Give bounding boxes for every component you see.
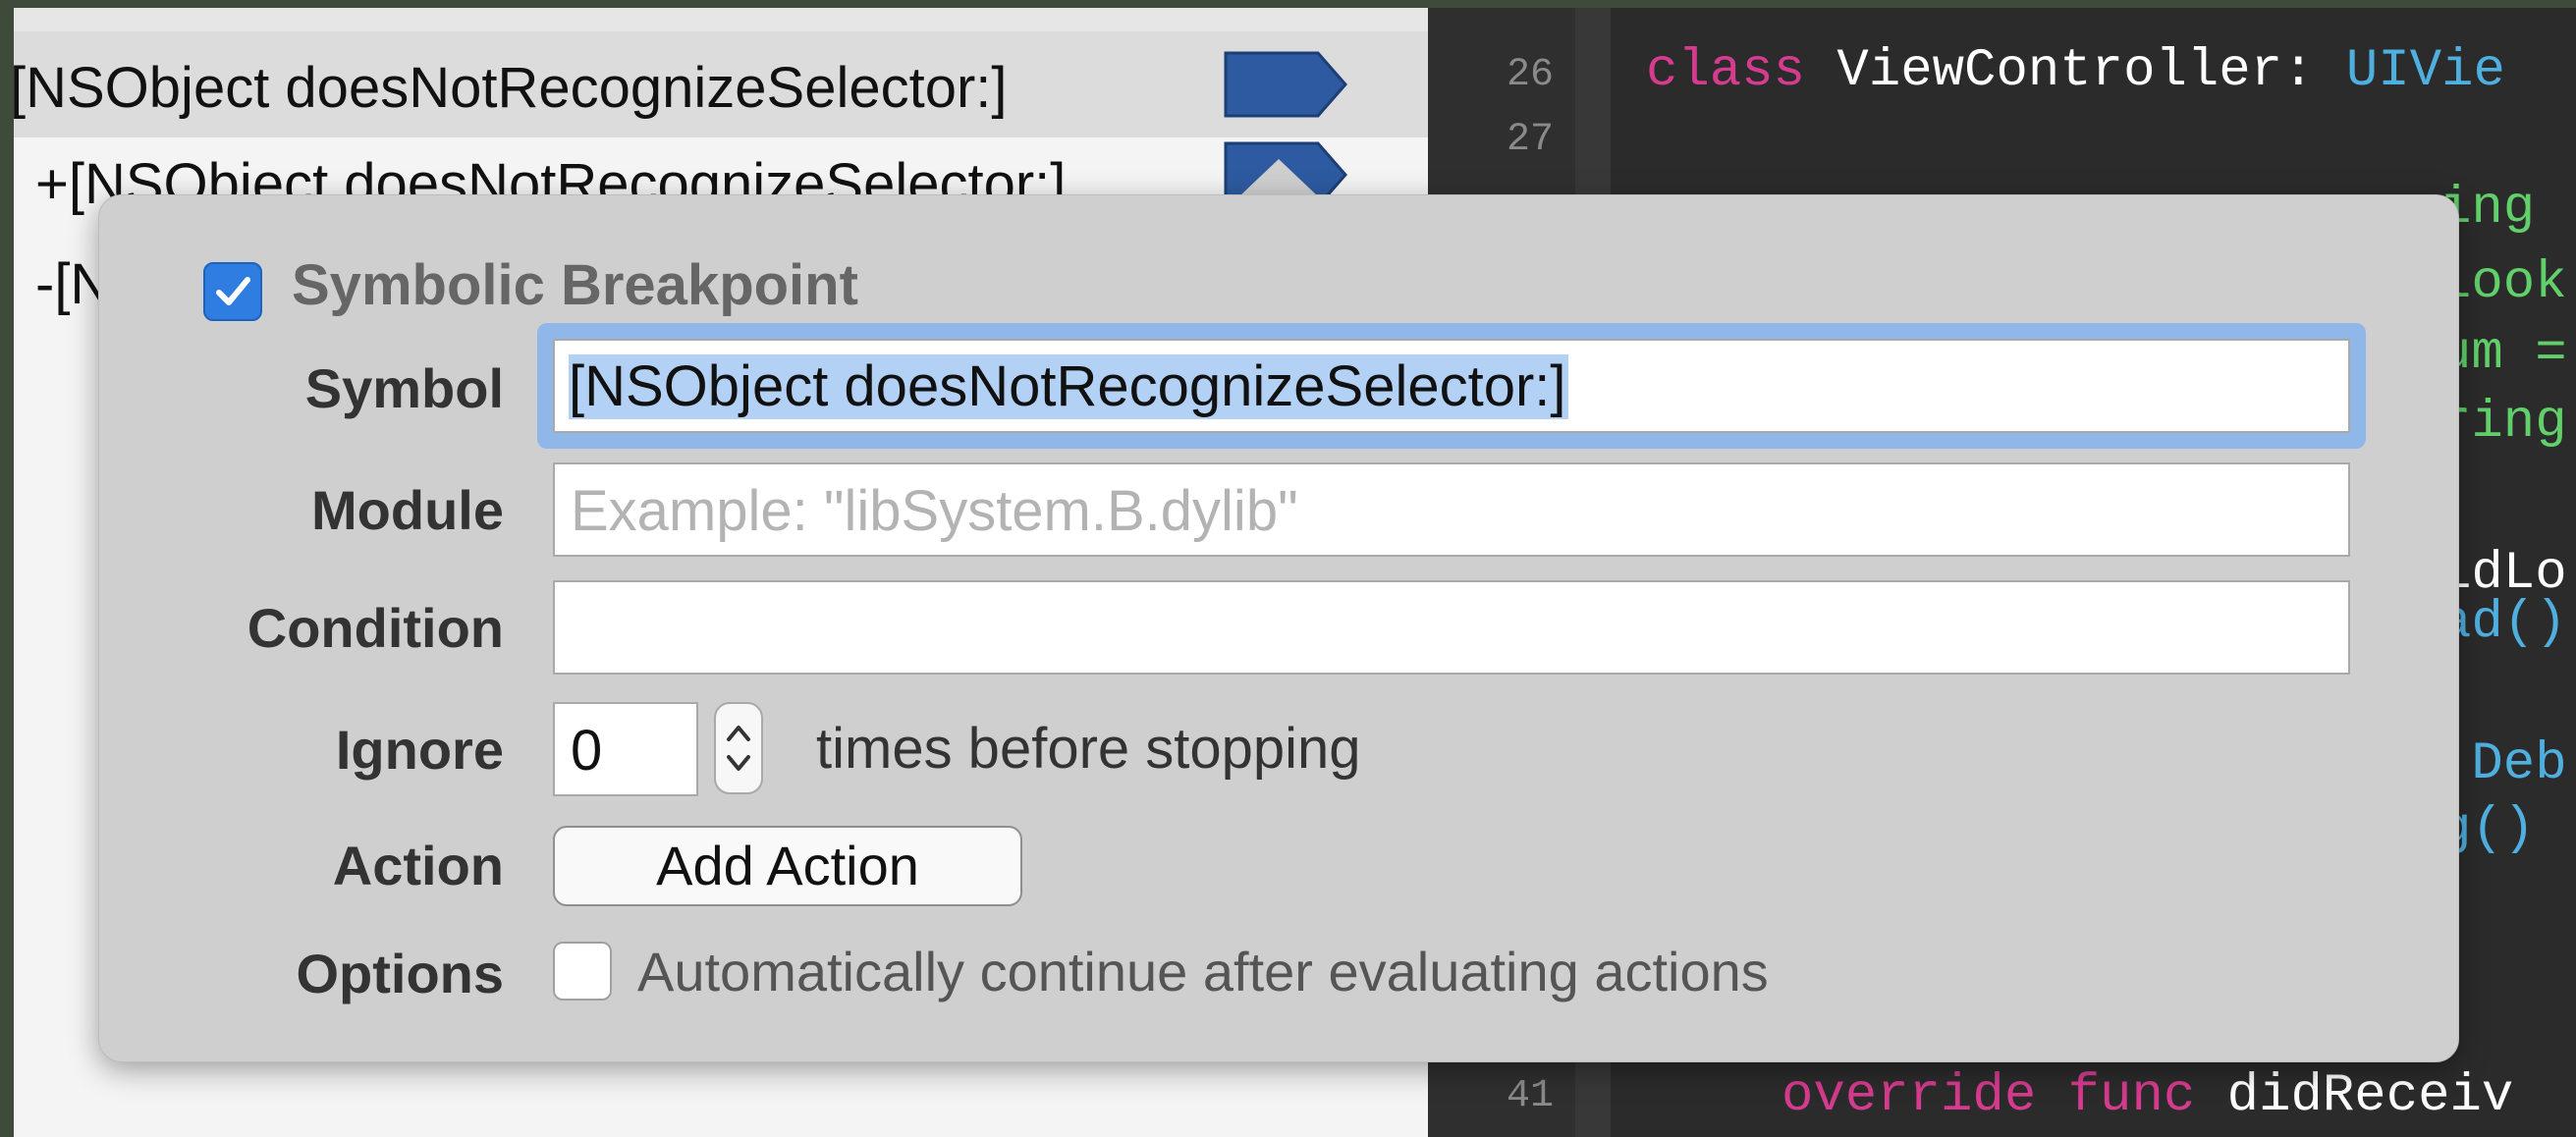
ignore-label: Ignore: [335, 719, 504, 781]
auto-continue-checkbox[interactable]: [553, 942, 612, 1001]
options-label: Options: [296, 943, 504, 1004]
symbol-selected-text: [NSObject doesNotRecognizeSelector:]: [569, 354, 1568, 419]
checkmark-icon: [216, 277, 250, 305]
line-number: 41: [1506, 1074, 1554, 1118]
line-number: 26: [1506, 53, 1554, 97]
enabled-checkbox[interactable]: [203, 262, 262, 321]
action-label: Action: [332, 835, 504, 896]
module-input[interactable]: Example: "libSystem.B.dylib": [553, 462, 2350, 557]
module-placeholder: Example: "libSystem.B.dylib": [571, 479, 1298, 543]
code-text: didReceiv: [2195, 1066, 2514, 1126]
symbol-input[interactable]: [NSObject doesNotRecognizeSelector:]: [553, 339, 2350, 433]
line-number: 27: [1506, 118, 1554, 162]
breakpoint-flag-icon[interactable]: [1222, 49, 1349, 120]
code-text: ViewController:: [1805, 41, 2346, 101]
symbolic-breakpoint-popover: Symbolic Breakpoint Symbol [NSObject doe…: [98, 194, 2459, 1062]
condition-label: Condition: [247, 597, 504, 659]
stepper-arrows-icon: [727, 726, 750, 771]
code-line-41: override func didReceiv: [1781, 1066, 2513, 1126]
module-label: Module: [311, 479, 504, 541]
condition-input[interactable]: [553, 580, 2350, 675]
code-keyword: override func: [1781, 1066, 2196, 1126]
popover-arrow: [1239, 159, 1318, 196]
ignore-suffix-text: times before stopping: [816, 717, 1361, 781]
navigator-header-strip: [14, 8, 1428, 31]
code-keyword: class: [1646, 41, 1806, 101]
ignore-count-value: 0: [571, 719, 603, 783]
code-line-26: class ViewController: UIVie: [1646, 41, 2505, 101]
popover-title: Symbolic Breakpoint: [292, 253, 858, 317]
auto-continue-label: Automatically continue after evaluating …: [637, 941, 1769, 1002]
breakpoint-list-item-0[interactable]: [NSObject doesNotRecognizeSelector:]: [14, 55, 1008, 121]
add-action-button[interactable]: Add Action: [553, 826, 1022, 906]
symbol-label: Symbol: [304, 357, 504, 419]
ignore-count-stepper[interactable]: [714, 702, 763, 794]
code-type: UIVie: [2345, 41, 2505, 101]
ignore-count-input[interactable]: 0: [553, 702, 698, 796]
